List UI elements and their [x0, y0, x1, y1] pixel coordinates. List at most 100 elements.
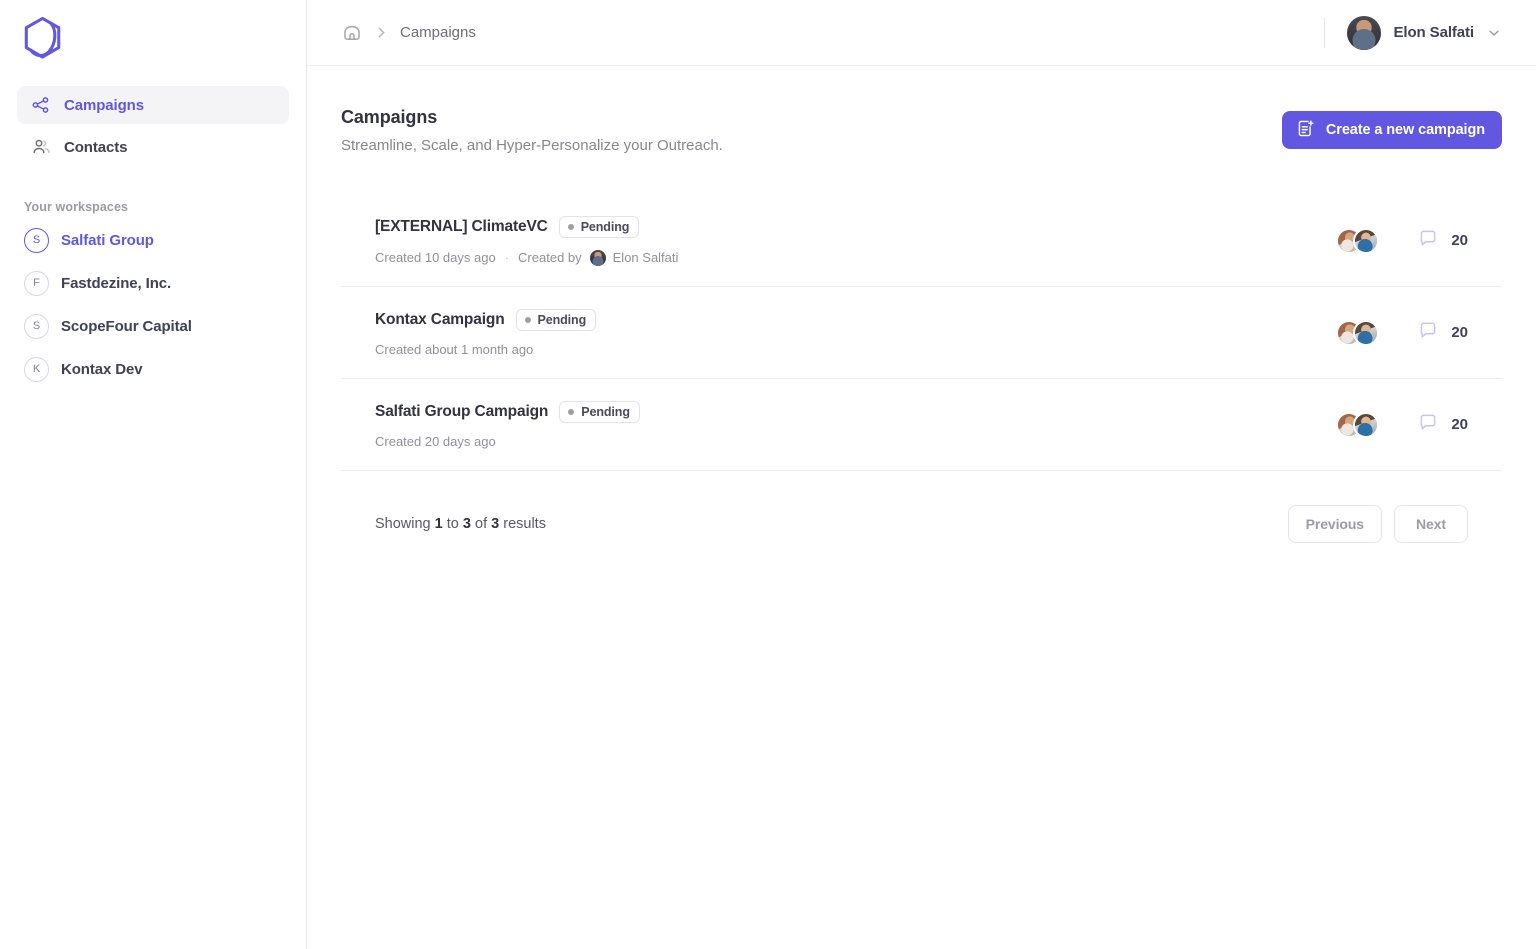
- message-count: 20: [1451, 232, 1468, 249]
- table-row[interactable]: Kontax Campaign Pending Created about 1 …: [341, 287, 1502, 379]
- next-page-button[interactable]: Next: [1394, 505, 1468, 543]
- status-badge: Pending: [515, 308, 597, 331]
- status-badge: Pending: [559, 400, 640, 423]
- sidebar-item-label: Campaigns: [64, 96, 144, 114]
- workspace-label: Kontax Dev: [61, 360, 143, 378]
- message-count-block: 20: [1418, 228, 1468, 253]
- status-badge: Pending: [558, 216, 640, 238]
- share-nodes-icon: [31, 95, 51, 115]
- create-campaign-label: Create a new campaign: [1325, 122, 1485, 138]
- range-from: 1: [434, 516, 443, 532]
- hexagon-logo-icon: [24, 16, 61, 59]
- avatar: [1353, 227, 1380, 254]
- app-root: Campaigns Contacts Your workspaces S Sal…: [0, 0, 1536, 949]
- chat-bubble-icon: [1418, 412, 1438, 437]
- status-label: Pending: [537, 312, 587, 327]
- user-menu[interactable]: Elon Salfati: [1323, 13, 1502, 53]
- page-content: Campaigns Streamline, Scale, and Hyper-P…: [307, 66, 1536, 543]
- member-avatar-group[interactable]: [1336, 411, 1380, 438]
- main-area: Campaigns Elon Salfati Campaigns Streaml…: [307, 0, 1536, 949]
- meta-separator: ·: [504, 249, 510, 265]
- topbar: Campaigns Elon Salfati: [307, 0, 1536, 66]
- to-word: to: [446, 516, 459, 532]
- avatar: [1346, 15, 1381, 50]
- member-avatar-group[interactable]: [1336, 319, 1380, 346]
- page-title: Campaigns: [341, 107, 438, 127]
- previous-page-button[interactable]: Previous: [1287, 505, 1382, 543]
- pager-controls: Previous Next: [1287, 505, 1468, 543]
- workspace-label: Salfati Group: [61, 231, 154, 249]
- of-word: of: [475, 516, 488, 532]
- campaign-meta: Created 10 days ago · Created by Elon Sa…: [375, 249, 679, 266]
- status-dot-icon: [568, 408, 575, 415]
- brand-logo[interactable]: [0, 0, 306, 72]
- range-to: 3: [462, 516, 471, 532]
- message-count-block: 20: [1418, 320, 1468, 345]
- breadcrumb: Campaigns: [341, 22, 476, 44]
- sidebar-item-campaigns[interactable]: Campaigns: [17, 86, 289, 124]
- document-plus-icon: [1296, 119, 1315, 142]
- chat-bubble-icon: [1418, 320, 1438, 345]
- workspace-item-kontax-dev[interactable]: K Kontax Dev: [17, 351, 289, 387]
- topbar-divider: [1323, 17, 1325, 48]
- message-count-block: 20: [1418, 412, 1468, 437]
- campaign-row-actions: 20: [1336, 411, 1502, 438]
- sidebar-item-contacts[interactable]: Contacts: [17, 128, 289, 166]
- campaign-created: Created 10 days ago: [375, 249, 496, 265]
- workspace-item-salfati-group[interactable]: S Salfati Group: [17, 222, 289, 258]
- campaign-meta: Created 20 days ago: [375, 434, 640, 449]
- create-campaign-button[interactable]: Create a new campaign: [1281, 111, 1502, 149]
- showing-prefix: Showing: [375, 516, 431, 532]
- breadcrumb-separator-icon: [374, 25, 389, 40]
- member-avatar-group[interactable]: [1336, 227, 1380, 254]
- primary-nav: Campaigns Contacts: [0, 72, 306, 166]
- workspace-item-scopefour-capital[interactable]: S ScopeFour Capital: [17, 308, 289, 344]
- chat-bubble-icon: [1418, 228, 1438, 253]
- campaign-title: [EXTERNAL] ClimateVC: [375, 218, 548, 235]
- workspace-initial: F: [24, 270, 49, 296]
- workspace-item-fastdezine[interactable]: F Fastdezine, Inc.: [17, 265, 289, 301]
- page-subtitle: Streamline, Scale, and Hyper-Personalize…: [341, 137, 723, 154]
- message-count: 20: [1451, 324, 1468, 341]
- workspace-initial: S: [24, 227, 49, 253]
- status-label: Pending: [581, 404, 630, 419]
- users-icon: [31, 137, 51, 157]
- avatar: [1353, 319, 1380, 346]
- status-dot-icon: [567, 224, 574, 230]
- campaign-title: Kontax Campaign: [375, 310, 505, 328]
- chevron-down-icon[interactable]: [1474, 25, 1502, 41]
- campaign-info: Salfati Group Campaign Pending Created 2…: [375, 400, 640, 449]
- status-label: Pending: [580, 220, 630, 234]
- page-header: Campaigns Streamline, Scale, and Hyper-P…: [341, 66, 1502, 154]
- workspaces-heading: Your workspaces: [24, 200, 129, 214]
- results-word: results: [503, 516, 546, 532]
- workspace-label: Fastdezine, Inc.: [61, 274, 172, 292]
- campaign-row-actions: 20: [1336, 227, 1502, 254]
- campaign-created: Created about 1 month ago: [375, 341, 534, 357]
- workspace-label: ScopeFour Capital: [61, 317, 192, 335]
- status-dot-icon: [524, 316, 531, 323]
- breadcrumb-current[interactable]: Campaigns: [400, 24, 476, 41]
- home-icon[interactable]: [341, 22, 363, 44]
- workspace-list: S Salfati Group F Fastdezine, Inc. S Sco…: [0, 222, 306, 387]
- campaign-info: [EXTERNAL] ClimateVC Pending Created 10 …: [375, 216, 679, 266]
- sidebar: Campaigns Contacts Your workspaces S Sal…: [0, 0, 307, 949]
- table-row[interactable]: Salfati Group Campaign Pending Created 2…: [341, 379, 1502, 471]
- message-count: 20: [1451, 416, 1468, 433]
- created-by-name: Elon Salfati: [612, 249, 679, 265]
- campaign-title: Salfati Group Campaign: [375, 402, 549, 420]
- workspace-initial: K: [24, 356, 49, 382]
- creator-avatar: [589, 250, 606, 266]
- campaign-meta: Created about 1 month ago: [375, 342, 596, 357]
- user-name: Elon Salfati: [1393, 24, 1475, 41]
- range-total: 3: [491, 516, 500, 532]
- campaign-info: Kontax Campaign Pending Created about 1 …: [375, 308, 597, 357]
- campaign-row-actions: 20: [1336, 319, 1502, 346]
- avatar: [1353, 411, 1380, 438]
- sidebar-item-label: Contacts: [64, 138, 128, 156]
- results-summary: Showing 1 to 3 of 3 results: [375, 516, 546, 532]
- pagination-bar: Showing 1 to 3 of 3 results Previous Nex…: [341, 471, 1502, 543]
- table-row[interactable]: [EXTERNAL] ClimateVC Pending Created 10 …: [341, 195, 1502, 287]
- campaign-list: [EXTERNAL] ClimateVC Pending Created 10 …: [341, 195, 1502, 471]
- created-by-label: Created by: [518, 249, 582, 265]
